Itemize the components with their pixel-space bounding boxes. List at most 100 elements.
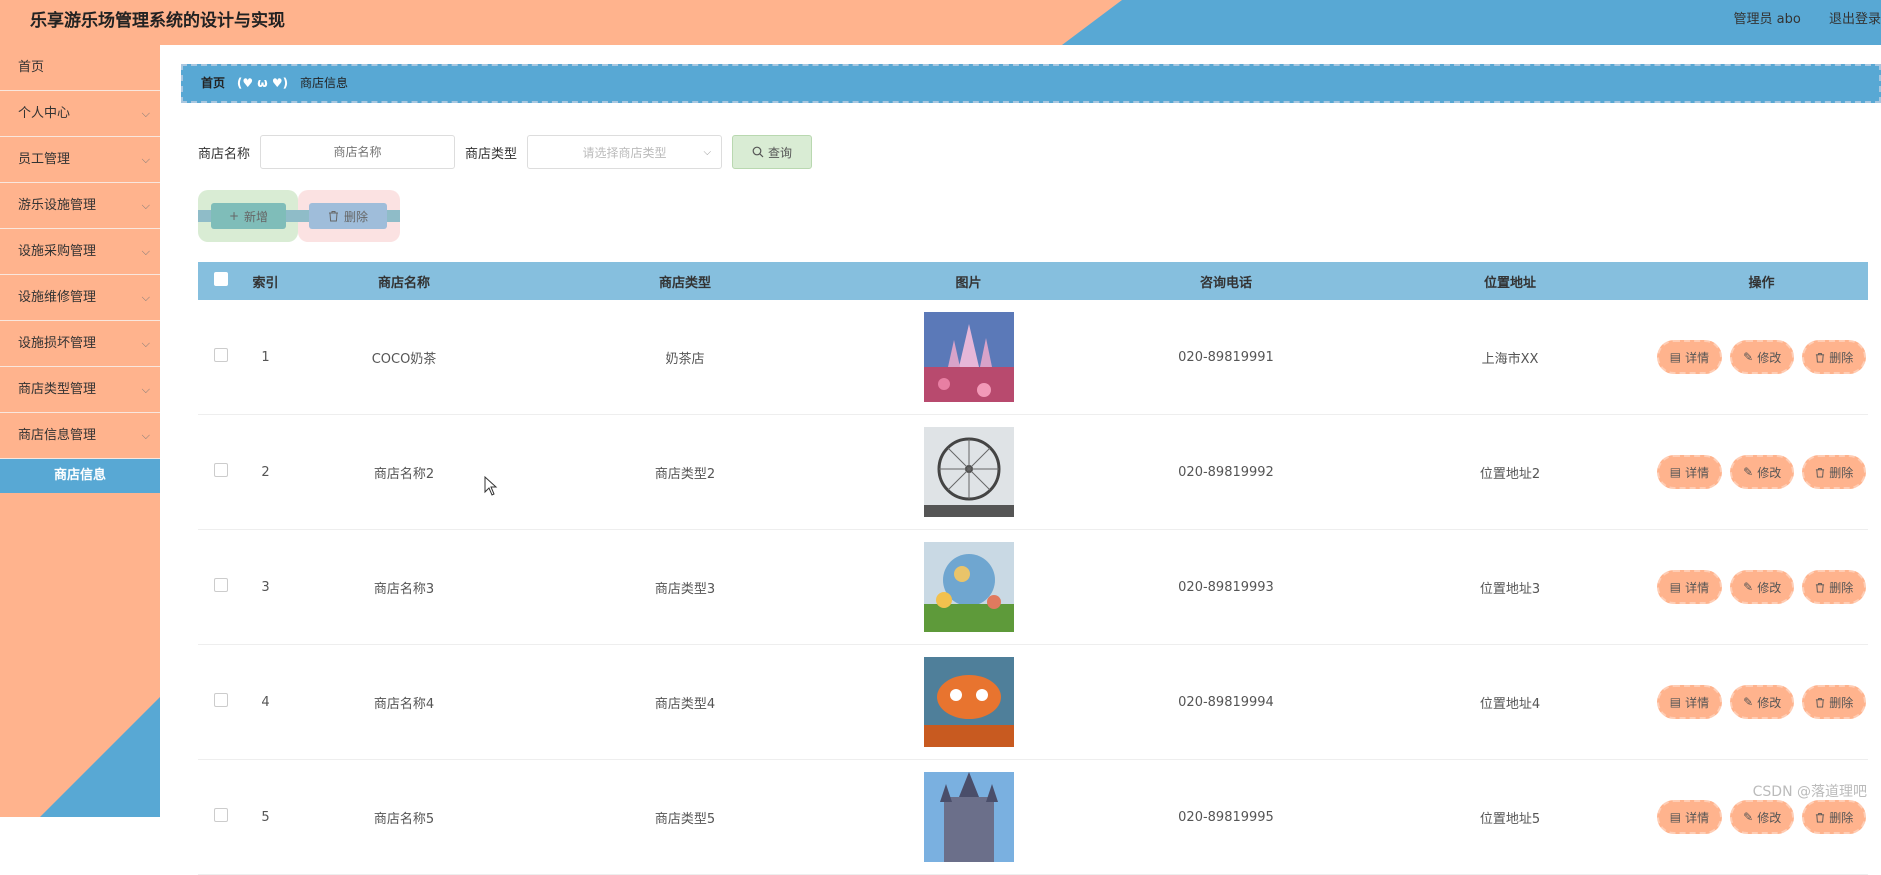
row-checkbox[interactable]: [213, 693, 228, 707]
shop-type-select[interactable]: 请选择商店类型 ⌵: [527, 135, 723, 169]
row-checkbox[interactable]: [213, 808, 228, 822]
delete-button[interactable]: 删除: [1802, 570, 1867, 604]
cell-image: [850, 542, 1087, 632]
table-row: 1 COCO奶茶 奶茶店 020-89819991 上海市XX ▤ 详情 ✎ 修改 删除: [198, 300, 1868, 415]
chevron-down-icon: ⌵: [141, 337, 150, 350]
header-type: 商店类型: [658, 275, 711, 291]
add-stripe-left: [198, 210, 211, 222]
sidebar-item-6[interactable]: 设施损坏管理 ⌵: [0, 321, 160, 367]
shop-image: [923, 542, 1014, 632]
edit-button[interactable]: ✎ 修改: [1730, 800, 1795, 834]
document-icon: ▤: [1669, 465, 1682, 479]
detail-button[interactable]: ▤ 详情: [1656, 455, 1723, 489]
trash-icon: [1816, 697, 1825, 707]
header-index: 索引: [252, 275, 279, 291]
plus-icon: +: [228, 209, 240, 223]
document-icon: ▤: [1669, 580, 1682, 594]
shop-name-label: 商店名称: [198, 146, 251, 162]
row-checkbox[interactable]: [213, 348, 228, 362]
chevron-down-icon: ⌵: [703, 146, 712, 158]
row-checkbox[interactable]: [213, 463, 228, 477]
batch-delete-button[interactable]: 删除: [309, 203, 387, 229]
sidebar-item-4[interactable]: 设施采购管理 ⌵: [0, 229, 160, 275]
sidebar-item-label: 员工管理: [18, 152, 71, 167]
shop-image: [923, 312, 1014, 402]
cell-name: COCO奶茶: [371, 351, 437, 367]
edit-label: 修改: [1757, 580, 1782, 595]
cell-ops: ▤ 详情 ✎ 修改 删除: [1655, 570, 1868, 604]
shop-image: [923, 427, 1014, 517]
delete-label: 删除: [1829, 810, 1854, 825]
cell-address: 位置地址3: [1479, 581, 1541, 597]
delete-button[interactable]: 删除: [1802, 340, 1867, 374]
chevron-down-icon: ⌵: [141, 291, 150, 304]
pencil-icon: ✎: [1743, 465, 1754, 479]
delete-label: 删除: [1829, 580, 1854, 595]
sidebar-item-label: 设施损坏管理: [18, 336, 97, 351]
delete-button[interactable]: 删除: [1802, 685, 1867, 719]
sidebar-item-5[interactable]: 设施维修管理 ⌵: [0, 275, 160, 321]
table-row: 2 商店名称2 商店类型2 020-89819992 位置地址2 ▤ 详情 ✎ 修改 删除: [198, 415, 1868, 530]
sidebar-item-label: 首页: [18, 60, 45, 75]
row-checkbox[interactable]: [213, 578, 228, 592]
trash-icon: [1816, 812, 1825, 822]
cell-index: 2: [261, 464, 270, 480]
edit-button[interactable]: ✎ 修改: [1730, 455, 1795, 489]
sidebar-decoration: [40, 697, 160, 817]
sidebar-item-8[interactable]: 商店信息管理 ⌵: [0, 413, 160, 459]
search-icon: [752, 146, 764, 158]
chevron-down-icon: ⌵: [141, 107, 150, 120]
select-all-checkbox[interactable]: [213, 272, 228, 286]
sidebar-item-label: 设施维修管理: [18, 290, 97, 305]
cell-type: 商店类型5: [654, 811, 716, 827]
cell-type: 商店类型2: [654, 466, 716, 482]
detail-button[interactable]: ▤ 详情: [1656, 570, 1723, 604]
detail-button[interactable]: ▤ 详情: [1656, 685, 1723, 719]
delete-button[interactable]: 删除: [1802, 455, 1867, 489]
delete-stripe-right: [387, 210, 400, 222]
delete-label: 删除: [1829, 465, 1854, 480]
query-button[interactable]: 查询: [732, 135, 813, 169]
watermark: CSDN @落道理吧: [1752, 784, 1867, 800]
edit-button[interactable]: ✎ 修改: [1730, 570, 1795, 604]
cell-name: 商店名称4: [373, 696, 435, 712]
breadcrumb-separator: (♥ ω ♥): [236, 76, 289, 90]
sidebar-item-7[interactable]: 商店类型管理 ⌵: [0, 367, 160, 413]
sidebar-item-label: 商店类型管理: [18, 382, 97, 397]
detail-label: 详情: [1685, 810, 1710, 825]
document-icon: ▤: [1669, 695, 1682, 709]
add-button[interactable]: + 新增: [211, 203, 286, 229]
breadcrumb-home[interactable]: 首页: [201, 76, 225, 90]
edit-button[interactable]: ✎ 修改: [1730, 685, 1795, 719]
cell-index: 3: [261, 579, 270, 595]
cell-ops: ▤ 详情 ✎ 修改 删除: [1655, 455, 1868, 489]
shop-name-input[interactable]: [260, 135, 456, 169]
detail-button[interactable]: ▤ 详情: [1656, 340, 1723, 374]
table-body: 1 COCO奶茶 奶茶店 020-89819991 上海市XX ▤ 详情 ✎ 修改 删除 2 商店名称…: [198, 300, 1868, 875]
query-label: 查询: [768, 145, 793, 160]
header-address: 位置地址: [1483, 275, 1536, 291]
cell-index: 1: [261, 349, 270, 365]
add-label: 新增: [244, 209, 269, 224]
logout-link[interactable]: 退出登录: [1829, 12, 1881, 27]
table-row: 5 商店名称5 商店类型5 020-89819995 位置地址5 ▤ 详情 ✎ 修改 删除: [198, 760, 1868, 875]
chevron-down-icon: ⌵: [141, 429, 150, 442]
delete-button[interactable]: 删除: [1802, 800, 1867, 834]
sidebar-item-0[interactable]: 首页: [0, 45, 160, 91]
document-icon: ▤: [1669, 350, 1682, 364]
sidebar-item-3[interactable]: 游乐设施管理 ⌵: [0, 183, 160, 229]
sidebar-item-1[interactable]: 个人中心 ⌵: [0, 91, 160, 137]
shop-table: 索引 商店名称 商店类型 图片 咨询电话 位置地址 操作 1 COCO奶茶 奶茶店 0…: [198, 262, 1868, 875]
header-image: 图片: [955, 275, 982, 291]
edit-button[interactable]: ✎ 修改: [1730, 340, 1795, 374]
trash-icon: [328, 211, 338, 222]
stripe-between: [286, 210, 309, 222]
chevron-down-icon: ⌵: [141, 245, 150, 258]
detail-label: 详情: [1685, 580, 1710, 595]
sidebar-item-2[interactable]: 员工管理 ⌵: [0, 137, 160, 183]
sidebar-subitem-shop-info[interactable]: 商店信息: [0, 459, 160, 493]
detail-button[interactable]: ▤ 详情: [1656, 800, 1723, 834]
sidebar-item-label: 商店信息管理: [18, 428, 97, 443]
table-header: 索引 商店名称 商店类型 图片 咨询电话 位置地址 操作: [198, 262, 1868, 300]
detail-label: 详情: [1685, 350, 1710, 365]
